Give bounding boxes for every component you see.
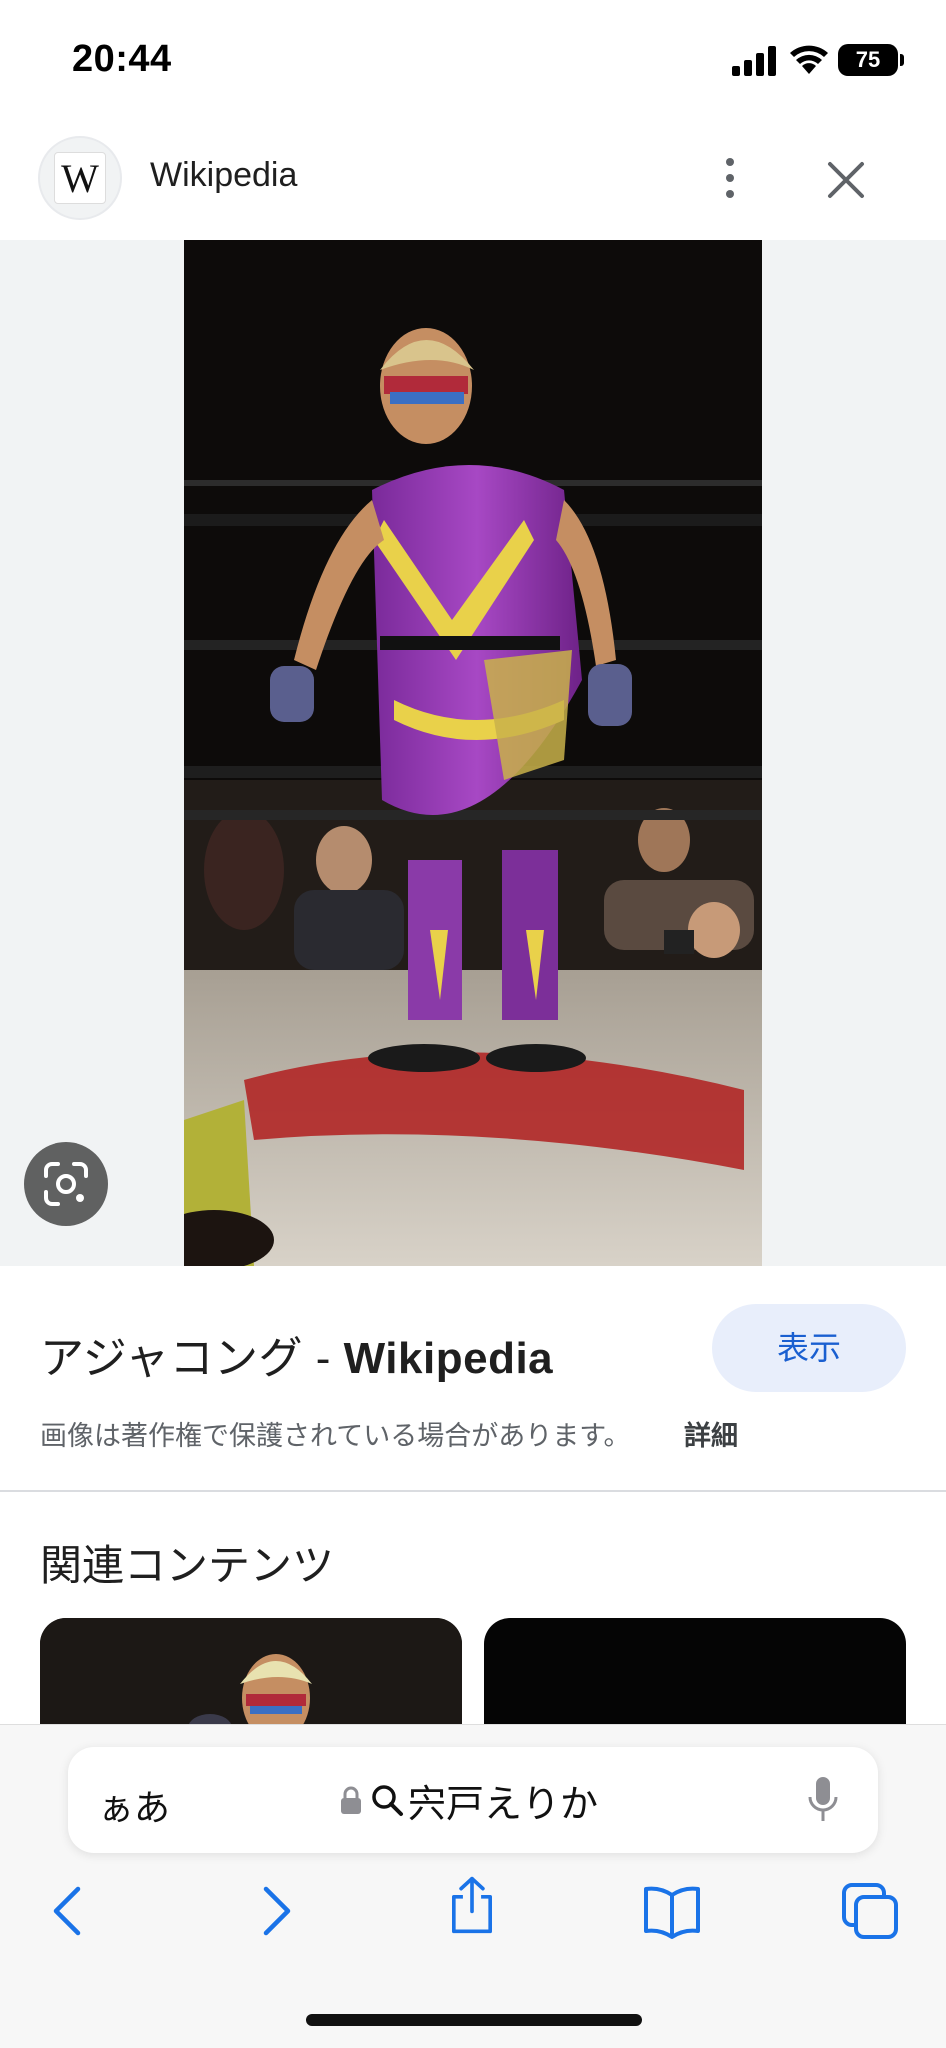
result-header: W Wikipedia <box>0 120 946 240</box>
divider <box>0 1490 946 1492</box>
address-bar[interactable]: ぁあ 宍戸えりか <box>68 1747 878 1853</box>
status-time: 20:44 <box>72 38 172 80</box>
browser-toolbar: ぁあ 宍戸えりか <box>0 1724 946 2048</box>
bookmarks-icon[interactable] <box>642 1881 702 1941</box>
copyright-notice: 画像は著作権で保護されている場合があります。 <box>40 1421 631 1451</box>
result-image[interactable] <box>184 240 762 1266</box>
wikipedia-logo-letter: W <box>61 156 99 201</box>
wifi-icon <box>790 45 828 74</box>
mic-icon[interactable] <box>806 1775 840 1825</box>
details-link[interactable]: 詳細 <box>684 1414 738 1453</box>
more-vert-icon[interactable] <box>712 150 748 206</box>
battery-icon: 75 <box>838 44 904 76</box>
related-content-heading: 関連コンテンツ <box>40 1542 335 1589</box>
lock-icon <box>341 1786 361 1814</box>
result-title-prefix: アジャコング - <box>40 1334 344 1383</box>
signal-icon <box>732 46 776 76</box>
url-text: 宍戸えりか <box>408 1783 599 1826</box>
forward-icon[interactable] <box>244 1881 304 1941</box>
wikipedia-logo[interactable]: W <box>38 136 122 220</box>
search-icon <box>372 1785 403 1816</box>
result-title[interactable]: アジャコング - Wikipedia <box>40 1322 553 1386</box>
related-thumbnail[interactable] <box>484 1618 906 1738</box>
battery-level: 75 <box>838 44 898 76</box>
tabs-icon[interactable] <box>840 1881 900 1941</box>
close-icon[interactable] <box>820 154 872 206</box>
google-lens-icon <box>44 1162 88 1206</box>
wrestler-photo <box>184 240 762 1266</box>
image-viewer <box>0 240 946 1266</box>
site-name[interactable]: Wikipedia <box>150 156 297 195</box>
share-icon[interactable] <box>442 1875 502 1935</box>
page-settings-button[interactable]: ぁあ <box>98 1779 170 1831</box>
related-thumbnail[interactable] <box>40 1618 462 1738</box>
home-indicator <box>306 2014 642 2026</box>
result-title-site: Wikipedia <box>343 1334 554 1383</box>
status-bar: 20:44 75 <box>0 0 946 120</box>
google-lens-button[interactable] <box>24 1142 108 1226</box>
related-thumbnail-image <box>40 1618 462 1738</box>
back-icon[interactable] <box>40 1881 100 1941</box>
url-display[interactable]: 宍戸えりか <box>340 1775 599 1826</box>
visit-button[interactable]: 表示 <box>712 1304 906 1392</box>
